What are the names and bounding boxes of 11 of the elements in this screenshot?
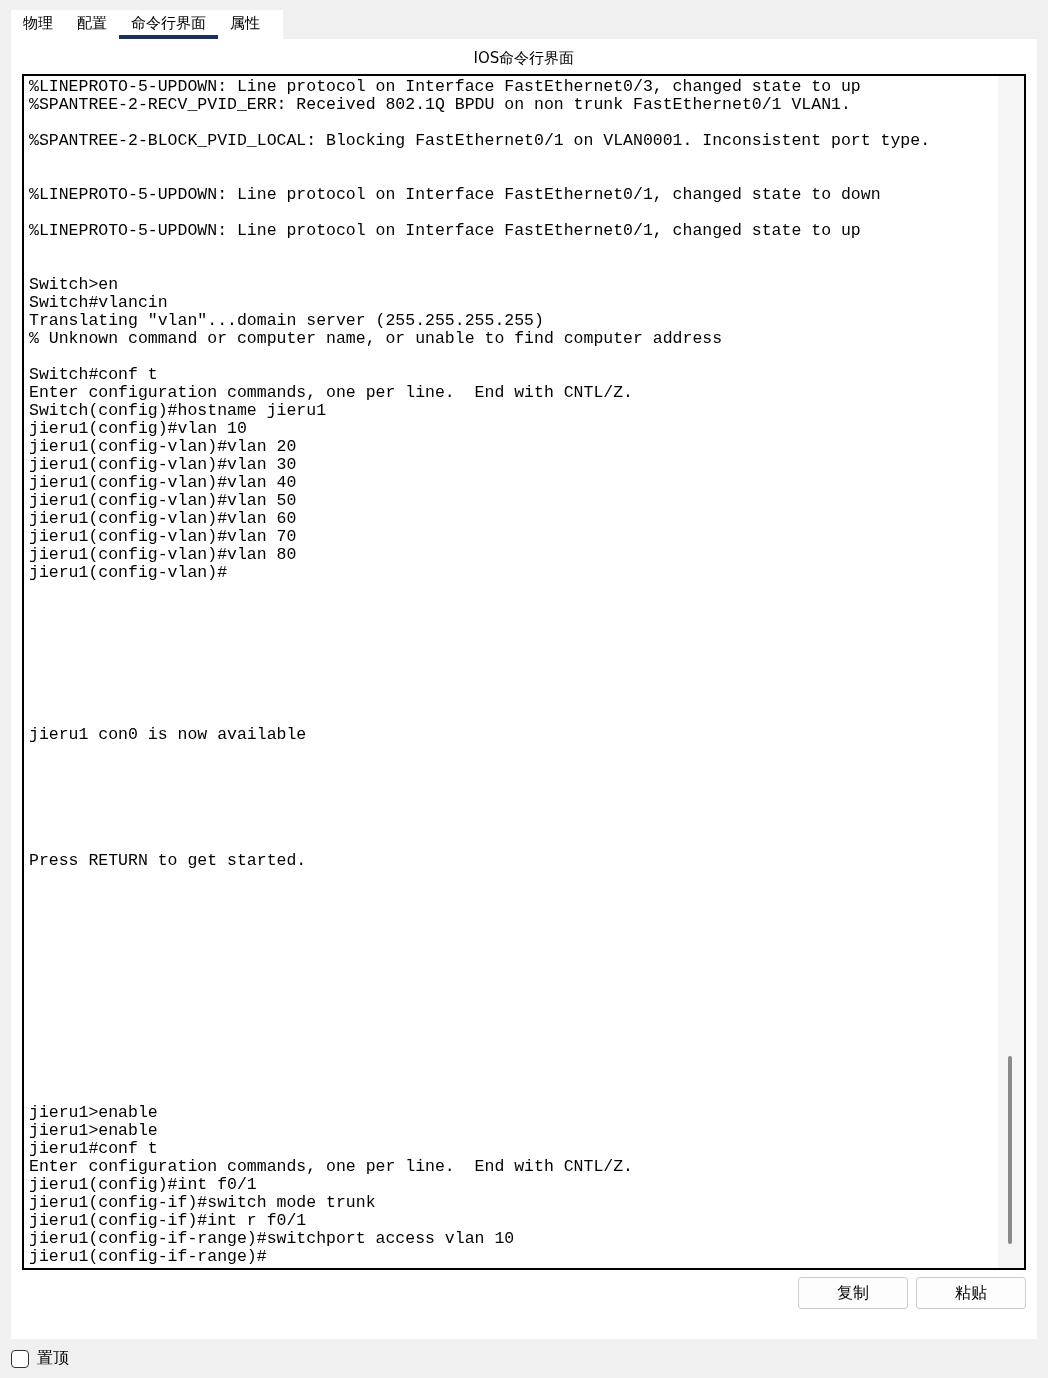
checkbox[interactable] xyxy=(11,1349,29,1368)
tab[interactable]: 属性 xyxy=(218,10,272,39)
action-button[interactable]: 粘贴 xyxy=(916,1277,1026,1309)
scrollbar[interactable] xyxy=(998,76,1024,1268)
scrollbar-thumb[interactable] xyxy=(1008,1056,1012,1244)
checkbox-label: 置顶 xyxy=(37,1348,69,1369)
panel-title: IOS命令行界面 xyxy=(473,49,575,68)
tab[interactable]: 物理 xyxy=(11,10,65,39)
terminal-output: %LINEPROTO-5-UPDOWN: Line protocol on Interface FastEthernet0/3, changed state to up %SPANTREE-2-RECV_PVID_ERR: Received 802.1Q BPDU on non trunk FastEthernet0/1 VLAN1. %SPANTREE-2-BLOCK_PVID_LOCAL: Blocking FastEthernet0/1 on VLAN0001. Inconsistent port type. %LINEPROTO-5-UPDOWN: Line protocol on Interface FastEthernet0/1, changed state to down %LINEPROTO-5-UPDOWN: Line protocol on Interface FastEthernet0/1, changed state to up Switch>en Switch#vlancin Translating "vlan"...domain server (255.255.255.255) % Unknown command or computer name, or unable to find computer address Switch#conf t Enter configuration commands, one per line. End with CNTL/Z. Switch(config)#hostname jieru1 jieru1(config)#vlan 10 jieru1(config-vlan)#vlan 20 jieru1(config-vlan)#vlan 30 jieru1(config-vlan)#vlan 40 jieru1(config-vlan)#vlan 50 jieru1(config-vlan)#vlan 60 jieru1(config-vlan)#vlan 70 jieru1(config-vlan)#vlan 80 jieru1(config-vlan)# jieru1 con0 is now available Press RETURN to get started. jieru1>enable jieru1>enable jieru1#conf t Enter configuration commands, one per line. End with CNTL/Z. jieru1(config)#int f0/1 jieru1(config-if)#switch mode trunk jieru1(config-if)#int r f0/1 jieru1(config-if-range)#switchport access vlan 10 jieru1(config-if-range)# xyxy=(28,76,932,1268)
tab[interactable]: 配置 xyxy=(65,10,119,39)
action-button[interactable]: 复制 xyxy=(798,1277,908,1309)
